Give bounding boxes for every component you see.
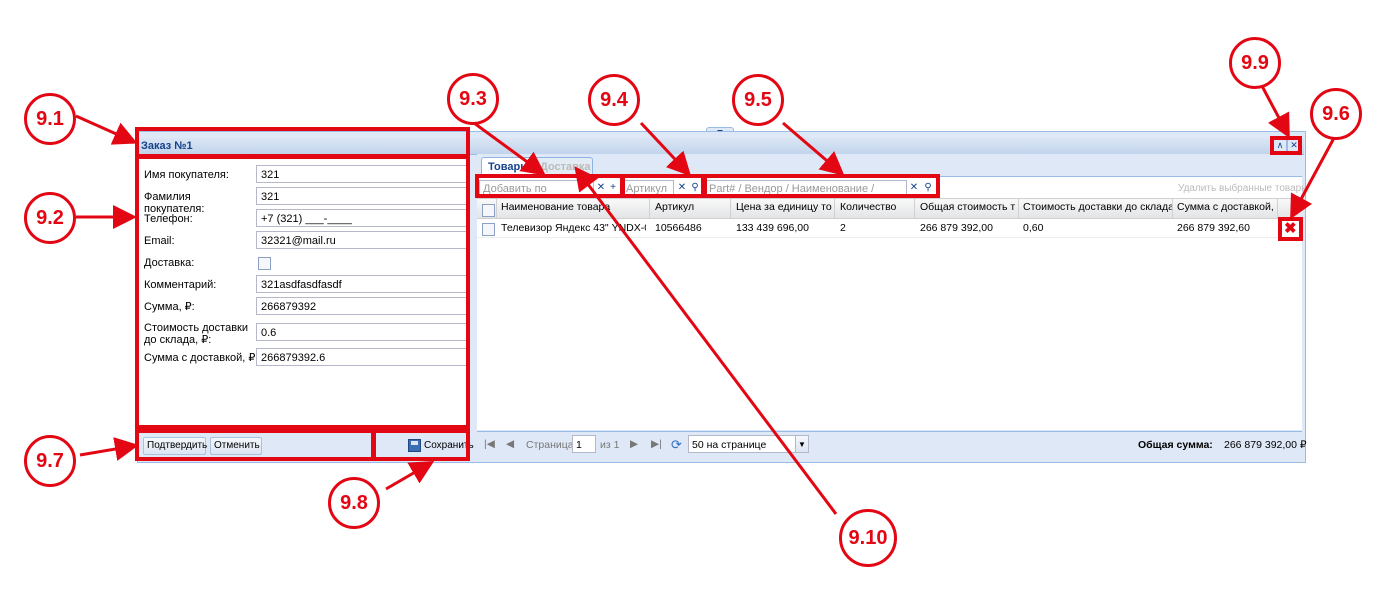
annotation-label-9-7: 9.7 [24,435,76,487]
annotation-label-9-8: 9.8 [328,477,380,529]
annotation-label-9-6: 9.6 [1310,88,1362,140]
annotation-label-9-3: 9.3 [447,73,499,125]
annotation-label-9-10: 9.10 [839,509,897,567]
annotation-label-9-2: 9.2 [24,192,76,244]
annotation-label-9-1: 9.1 [24,93,76,145]
annotation-label-9-5: 9.5 [732,74,784,126]
annotation-label-9-9: 9.9 [1229,37,1281,89]
annotation-label-9-4: 9.4 [588,74,640,126]
annotation-arrows [75,85,1336,515]
